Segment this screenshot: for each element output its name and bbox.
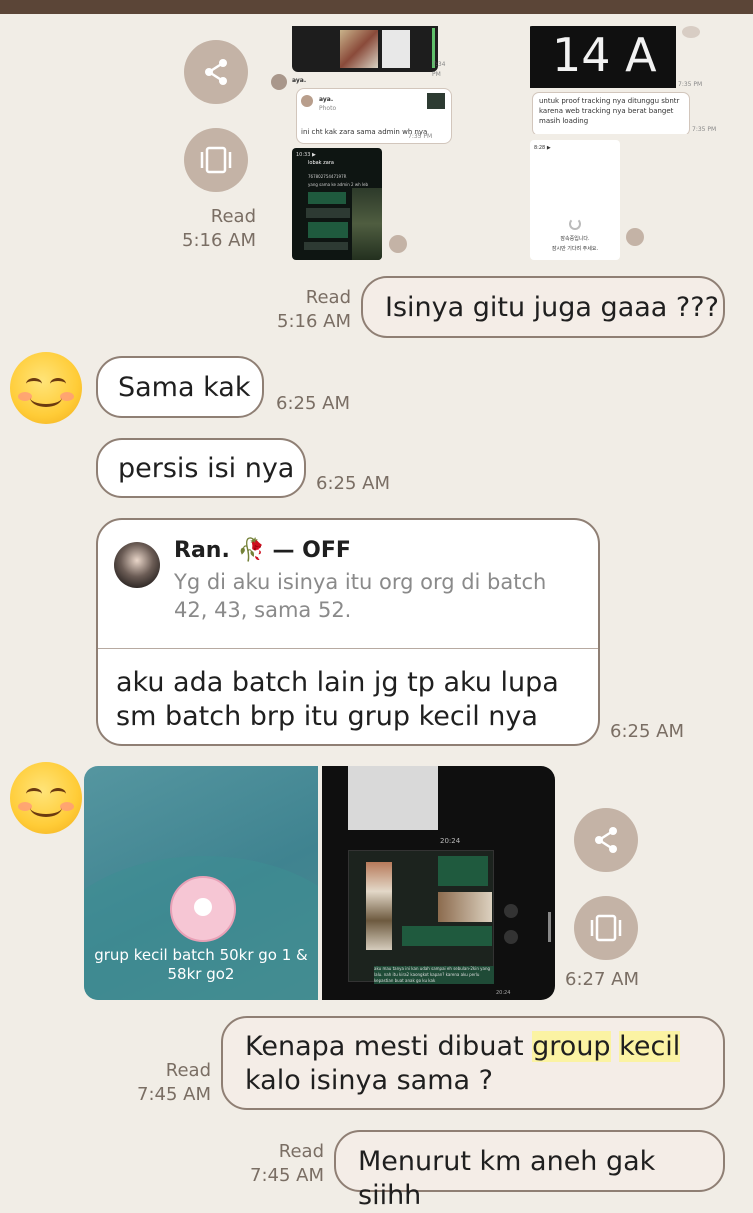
incoming-message[interactable]: Sama kak	[96, 356, 264, 418]
message-text: Isinya gitu juga gaaa ???	[385, 292, 719, 323]
timestamp: 5:16 AM	[277, 311, 351, 332]
share-icon[interactable]	[504, 904, 518, 918]
timestamp: 7:34 PM	[432, 61, 446, 78]
smiling-face-emoji	[10, 762, 82, 834]
share-button[interactable]	[184, 40, 248, 104]
shared-screenshot[interactable]: 8:28 ▶ 잠속중입니다. 잠시만 기다려 주세요.	[530, 140, 620, 260]
timestamp: 7:45 AM	[137, 1084, 211, 1105]
outgoing-message[interactable]: Isinya gitu juga gaaa ???	[361, 276, 725, 338]
smiling-face-emoji	[10, 352, 82, 424]
timestamp: 7:35 PM	[678, 81, 703, 88]
highlighted-word: group	[532, 1031, 611, 1062]
loading-text: 잠시만 기다려 주세요.	[551, 246, 599, 252]
timestamp: 20:24	[440, 837, 461, 845]
timestamp: 6:25 AM	[276, 393, 350, 414]
message-text: untuk proof tracking nya ditunggu sbntr …	[539, 97, 680, 125]
timestamp: 6:25 AM	[610, 721, 684, 742]
message-text: Sama kak	[118, 372, 251, 403]
message-text: Kenapa mesti dibuat group kecil	[245, 1031, 681, 1062]
timestamp: 5:16 AM	[182, 230, 256, 251]
gallery-button[interactable]	[184, 128, 248, 192]
large-text: 14 A	[552, 28, 657, 82]
reply-message[interactable]: Ran. 🥀 — OFF Yg di aku isinya itu org or…	[96, 518, 600, 746]
photo-thumbnail	[427, 93, 445, 109]
screenshot-thumbnail	[292, 26, 438, 72]
scrollbar[interactable]	[548, 912, 551, 942]
loading-spinner	[569, 218, 581, 230]
avatar	[301, 95, 313, 107]
timestamp: 6:25 AM	[316, 473, 390, 494]
group-avatar	[170, 876, 236, 942]
message-text: aku mau tanya ini kan udah sampai eh seb…	[374, 966, 494, 984]
incoming-message[interactable]: persis isi nya	[96, 438, 306, 498]
read-status: Read	[305, 287, 351, 308]
divider	[98, 648, 598, 649]
shared-screenshot[interactable]: 14 A 7:35 PM untuk proof tracking nya di…	[528, 26, 738, 134]
gallery-icon	[590, 914, 622, 942]
timestamp: 7:35 PM	[692, 126, 717, 133]
outgoing-message[interactable]: Menurut km aneh gak siihh	[334, 1130, 725, 1211]
message-text: aku ada batch lain jg tp aku lupa sm bat…	[116, 667, 559, 732]
share-icon[interactable]	[626, 228, 644, 246]
outgoing-message[interactable]: Kenapa mesti dibuat group kecil kalo isi…	[221, 1016, 725, 1110]
timestamp: 20:24	[496, 990, 511, 996]
share-button[interactable]	[574, 808, 638, 872]
message-text: kalo isinya sama ?	[245, 1065, 493, 1096]
status-text: 8:28 ▶	[534, 145, 551, 151]
gallery-icon	[200, 146, 232, 174]
timestamp: 7:35 PM	[408, 133, 433, 140]
gallery-icon[interactable]	[504, 930, 518, 944]
share-icon[interactable]	[682, 26, 700, 38]
screenshot-thumbnail	[348, 766, 438, 830]
share-icon[interactable]	[389, 235, 407, 253]
share-icon	[595, 827, 617, 853]
share-icon	[205, 59, 227, 85]
quote-subtitle: Photo	[319, 105, 337, 112]
read-status: Read	[210, 206, 256, 227]
screenshot-thumbnail: 14 A	[530, 26, 676, 88]
quoted-sender: Ran. 🥀 — OFF	[174, 538, 351, 563]
group-caption: grup kecil batch 50kr go 1 & 58kr go2	[94, 946, 308, 983]
highlighted-word: kecil	[619, 1031, 681, 1062]
message-text: Menurut km aneh gak siihh	[358, 1146, 656, 1211]
message-text: persis isi nya	[118, 453, 295, 484]
read-status: Read	[278, 1141, 324, 1162]
sender-name: aya.	[292, 77, 307, 84]
shared-screenshot[interactable]: 7:34 PM aya. aya. Photo ini cht kak zara…	[268, 26, 454, 144]
shared-screenshot[interactable]: 20:24 aku mau tanya ini kan udah sampai …	[322, 766, 555, 1000]
read-status: Read	[165, 1060, 211, 1081]
chat-bubble: untuk proof tracking nya ditunggu sbntr …	[532, 92, 690, 134]
shared-screenshot[interactable]: 10:33 ▶ lobak zara 76780275447197R yang …	[292, 148, 382, 260]
timestamp: 7:45 AM	[250, 1165, 324, 1186]
avatar	[114, 542, 160, 588]
timestamp: 6:27 AM	[565, 969, 639, 990]
chat-title: lobak zara	[308, 160, 334, 166]
status-bar	[0, 0, 753, 14]
quoted-text: Yg di aku isinya itu org org di batch 42…	[174, 570, 547, 622]
avatar	[271, 74, 287, 90]
group-photo[interactable]: grup kecil batch 50kr go 1 & 58kr go2	[84, 766, 318, 1000]
gallery-button[interactable]	[574, 896, 638, 960]
loading-text: 잠속중입니다.	[560, 236, 590, 242]
